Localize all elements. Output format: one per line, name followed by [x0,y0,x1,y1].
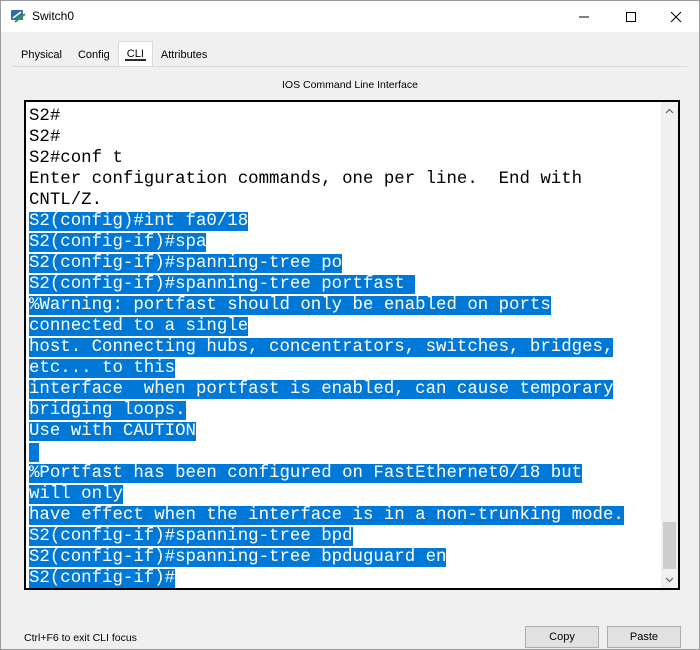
maximize-icon [626,11,636,22]
selected-text: S2(config-if)#spanning-tree bpd [29,527,353,546]
terminal-text: S2# [29,107,61,126]
terminal-line: S2(config-if)#spa [29,232,661,253]
terminal-line: Use with CAUTION [29,421,661,442]
scroll-up-button[interactable] [661,102,678,119]
panel-title: IOS Command Line Interface [282,79,418,91]
tab-label: Physical [21,49,62,61]
selected-text: interface when portfast is enabled, can … [29,380,614,399]
terminal-line: have effect when the interface is in a n… [29,505,661,526]
terminal-line: S2#conf t [29,148,661,169]
selected-text: have effect when the interface is in a n… [29,506,624,525]
selected-text [29,443,40,462]
selected-text: connected to a single [29,317,249,336]
selected-text: bridging loops. [29,401,186,420]
terminal-line: bridging loops. [29,400,661,421]
terminal-line: %Portfast has been configured on FastEth… [29,463,661,484]
packet-tracer-switch-icon [10,8,26,24]
terminal-line: host. Connecting hubs, concentrators, sw… [29,337,661,358]
minimize-button[interactable] [561,1,607,32]
title-bar[interactable]: Switch0 [1,1,699,32]
tab-label: CLI [126,48,144,60]
selected-text: S2(config-if)# [29,569,176,588]
terminal-line: %Warning: portfast should only be enable… [29,295,661,316]
scroll-down-button[interactable] [661,571,678,588]
terminal-line: interface when portfast is enabled, can … [29,379,661,400]
terminal-line: etc... to this [29,358,661,379]
tab-label: Config [77,49,110,61]
selected-text: host. Connecting hubs, concentrators, sw… [29,338,614,357]
minimize-icon [579,16,589,17]
selected-text: will only [29,485,123,504]
selected-text: %Portfast has been configured on FastEth… [29,464,583,483]
cli-focus-hint: Ctrl+F6 to exit CLI focus [24,632,137,644]
cli-panel: IOS Command Line Interface S2# S2# S2#conf… [13,66,687,648]
terminal-line: S2(config)#int fa0/18 [29,211,661,232]
terminal-line [29,442,661,463]
terminal-text: CNTL/Z. [29,191,103,210]
scroll-down-icon [665,577,674,582]
terminal-line: S2(config-if)#spanning-tree portfast [29,274,661,295]
selected-text: Use with CAUTION [29,422,196,441]
scrollbar-thumb[interactable] [663,522,676,569]
selected-text: S2(config-if)#spanning-tree po [29,254,343,273]
switch-window: Switch0 Physical Config CLI Attributes I… [0,0,700,650]
terminal-line: connected to a single [29,316,661,337]
close-icon [670,11,682,22]
tab-bar: Physical Config CLI Attributes [13,41,215,66]
tabs-area: Physical Config CLI Attributes IOS Comma… [1,32,699,649]
terminal-line: Enter configuration commands, one per li… [29,169,661,190]
selected-text: etc... to this [29,359,176,378]
terminal-text: Enter configuration commands, one per li… [29,170,583,189]
terminal-text: S2# [29,128,61,147]
paste-button[interactable]: Paste [607,626,681,648]
terminal-line: S2(config-if)#spanning-tree bpduguard en [29,547,661,568]
tab-label: Attributes [160,49,208,61]
terminal-line: S2(config-if)#spanning-tree po [29,253,661,274]
selected-text: S2(config-if)#spanning-tree bpduguard en [29,548,447,567]
vertical-scrollbar[interactable] [661,102,678,588]
selected-text: S2(config-if)#spa [29,233,207,252]
tab-cli[interactable]: CLI [117,41,153,66]
terminal-line: will only [29,484,661,505]
scroll-up-icon [665,108,674,113]
terminal-text: S2#conf t [29,149,123,168]
terminal-line: S2# [29,127,661,148]
copy-button[interactable]: Copy [525,626,599,648]
close-button[interactable] [653,1,699,32]
selected-text: %Warning: portfast should only be enable… [29,296,551,315]
terminal-output[interactable]: S2# S2# S2#conf t Enter configuration comma… [29,106,661,588]
tab-attributes[interactable]: Attributes [153,44,215,66]
terminal-line: S2(config-if)#spanning-tree bpd [29,526,661,547]
cli-terminal[interactable]: S2# S2# S2#conf t Enter configuration comma… [24,100,680,590]
tab-config[interactable]: Config [70,44,118,66]
selected-text: S2(config-if)#spanning-tree portfast [29,275,416,294]
terminal-line: CNTL/Z. [29,190,661,211]
maximize-button[interactable] [608,1,654,32]
tab-physical[interactable]: Physical [13,44,70,66]
terminal-line: S2(config-if)# [29,568,661,588]
window-title: Switch0 [32,9,75,23]
selected-text: S2(config)#int fa0/18 [29,212,249,231]
terminal-line: S2# [29,106,661,127]
